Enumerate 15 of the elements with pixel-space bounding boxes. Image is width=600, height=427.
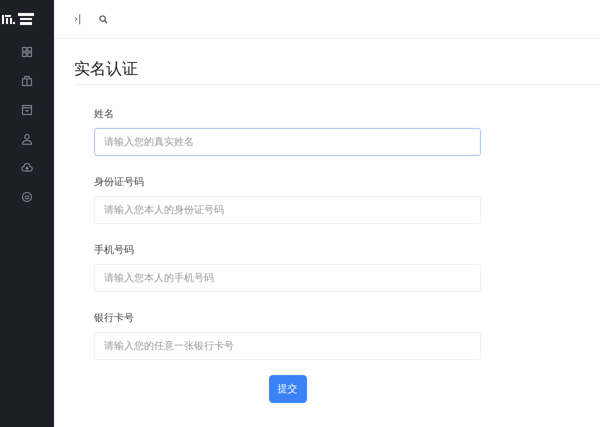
input-field[interactable]: 请输入您的真实姓名 xyxy=(94,128,481,156)
field-label: 身份证号码 xyxy=(94,176,145,189)
grid-icon[interactable] xyxy=(21,46,33,58)
search-icon[interactable] xyxy=(99,14,108,24)
field-label: 手机号码 xyxy=(94,244,135,257)
cloud-icon[interactable] xyxy=(21,162,33,174)
field-label: 姓名 xyxy=(94,108,115,121)
field-label: 银行卡号 xyxy=(94,312,135,325)
collapse-button[interactable]: ›| xyxy=(74,14,82,24)
box-icon[interactable] xyxy=(21,104,33,116)
submit-button[interactable]: 提交 xyxy=(268,375,306,403)
face-icon[interactable] xyxy=(21,191,33,203)
user-icon[interactable] xyxy=(21,133,33,145)
page-title: 实名认证 xyxy=(74,59,600,85)
bag-icon[interactable] xyxy=(21,75,33,87)
